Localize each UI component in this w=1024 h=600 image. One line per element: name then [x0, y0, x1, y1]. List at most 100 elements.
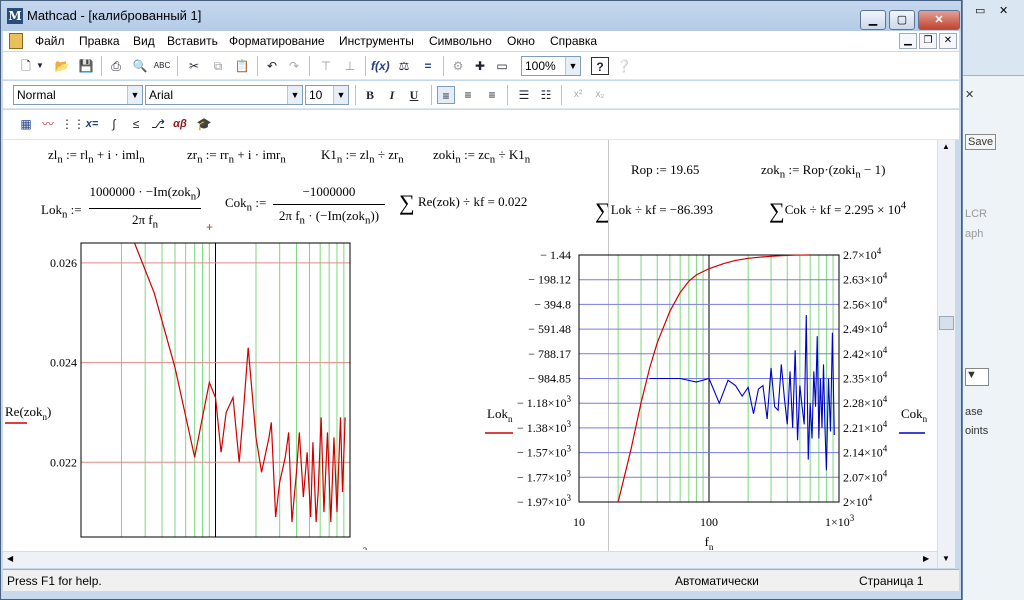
y-right-tick-label: 2.63×104 — [843, 271, 888, 287]
chevron-down-icon: ▼ — [287, 86, 302, 104]
boolean-icon[interactable]: ≤ — [127, 115, 145, 133]
save-button[interactable]: Save — [965, 134, 997, 150]
menu-edit[interactable]: Правка — [79, 34, 120, 48]
plot-re-zok[interactable]: 0.0260.0240.022101001×103fnRe(zokn) — [3, 240, 423, 550]
cut-icon[interactable]: ✂ — [185, 57, 203, 75]
document-icon[interactable] — [9, 33, 23, 49]
align-icon[interactable]: ⊤ — [317, 57, 335, 75]
sum-re-value: = 0.022 — [487, 193, 528, 209]
component-icon[interactable]: ⚙ — [449, 57, 467, 75]
y-right-axis-label: Cokn — [901, 406, 928, 424]
new-icon[interactable]: 🗋 — [17, 57, 35, 75]
formula-zl[interactable]: zln := rln + i · imln — [48, 147, 145, 166]
points-label: oints — [965, 425, 989, 437]
y-axis-label: Re(zokn) — [5, 404, 51, 422]
align-down-icon[interactable]: ⊥ — [341, 57, 359, 75]
doc-restore-button[interactable]: ❐ — [919, 33, 937, 49]
redo-icon[interactable]: ↷ — [285, 57, 303, 75]
evaluation-icon[interactable]: x= — [83, 115, 101, 133]
whats-this-icon[interactable]: ❔ — [615, 57, 633, 75]
formula-lok[interactable]: Lokn := — [41, 202, 82, 221]
close-icon[interactable]: ✕ — [999, 4, 1008, 17]
vertical-scrollbar[interactable]: ▲ ▼ — [937, 140, 955, 568]
spellcheck-icon[interactable]: ABC — [153, 57, 171, 75]
close-icon[interactable]: ✕ — [965, 88, 974, 101]
scroll-thumb[interactable] — [939, 316, 954, 330]
programming-icon[interactable]: ⎇ — [149, 115, 167, 133]
symbolic-icon[interactable]: 🎓 — [195, 115, 213, 133]
calculator-icon[interactable]: ▦ — [17, 115, 35, 133]
new-dropdown-icon[interactable]: ▼ — [35, 57, 45, 75]
doc-minimize-button[interactable]: ▁ — [899, 33, 917, 49]
minimize-button[interactable]: ▁ — [860, 10, 886, 30]
formula-zoki[interactable]: zokin := zcn ÷ K1n — [433, 147, 530, 166]
y-left-tick-label: − 591.48 — [528, 322, 571, 336]
sum-cok[interactable]: ∑Cok ÷ kf = 2.295 × 104 — [769, 198, 906, 224]
menu-symbolics[interactable]: Символьно — [429, 34, 492, 48]
greek-icon[interactable]: αβ — [171, 115, 189, 133]
window-icon[interactable]: ▭ — [493, 57, 511, 75]
menu-view[interactable]: Вид — [133, 34, 155, 48]
bullets-icon[interactable]: ☰ — [515, 86, 533, 104]
formula-zok[interactable]: zokn := Rop·(zokin − 1) — [761, 162, 885, 181]
calculate-icon[interactable]: = — [419, 57, 437, 75]
menu-help[interactable]: Справка — [550, 34, 597, 48]
undo-icon[interactable]: ↶ — [263, 57, 281, 75]
formula-rop[interactable]: Rop := 19.65 — [631, 162, 699, 178]
matrix-icon[interactable]: ⋮⋮ — [61, 115, 85, 133]
plot-lok-cok[interactable]: − 1.44 2.7×104 − 198.12 2.63×104 − 394.8 2.56… — [473, 240, 933, 550]
minimize-icon[interactable]: ▭ — [975, 4, 985, 17]
bold-button[interactable]: B — [361, 86, 379, 104]
menu-insert[interactable]: Вставить — [167, 34, 218, 48]
menu-tools[interactable]: Инструменты — [339, 34, 414, 48]
subscript-icon[interactable]: x₂ — [591, 86, 609, 104]
horizontal-scrollbar[interactable]: ◀ ▶ — [3, 551, 937, 568]
insert-unit-icon[interactable]: ⚖ — [395, 57, 413, 75]
paste-icon[interactable]: 📋 — [233, 57, 251, 75]
save-icon[interactable]: 💾 — [77, 57, 95, 75]
underline-button[interactable]: U — [405, 86, 423, 104]
insert-function-icon[interactable]: f(x) — [371, 57, 390, 75]
maximize-button[interactable]: ▢ — [889, 10, 915, 30]
menu-file[interactable]: Файл — [35, 34, 65, 48]
y-left-tick-label: − 1.97×103 — [517, 493, 572, 509]
close-button[interactable]: ✕ — [918, 10, 960, 30]
superscript-icon[interactable]: x² — [569, 86, 587, 104]
font-size-select[interactable]: 10 ▼ — [305, 85, 349, 105]
resource-icon[interactable]: ✚ — [471, 57, 489, 75]
dropdown[interactable]: ▼ — [965, 368, 989, 386]
scroll-down-icon[interactable]: ▼ — [942, 554, 950, 563]
style-select[interactable]: Normal ▼ — [13, 85, 143, 105]
copy-icon[interactable]: ⧉ — [209, 57, 227, 75]
worksheet[interactable]: zln := rln + i · imln zrn := rrn + i · i… — [3, 140, 937, 568]
zoom-select[interactable]: 100% ▼ — [521, 56, 581, 76]
formula-k1[interactable]: K1n := zln ÷ zrn — [321, 147, 404, 166]
print-preview-icon[interactable]: 🔍 — [131, 57, 149, 75]
menu-window[interactable]: Окно — [507, 34, 535, 48]
open-icon[interactable]: 📂 — [53, 57, 71, 75]
background-panel: ✕ Save LCR aph ▼ ase oints — [963, 75, 1024, 600]
graph-icon[interactable]: 〰 — [39, 115, 57, 133]
scroll-up-icon[interactable]: ▲ — [942, 142, 950, 151]
formula-zr[interactable]: zrn := rrn + i · imrn — [187, 147, 286, 166]
align-left-icon[interactable]: ≡ — [437, 86, 455, 104]
align-right-icon[interactable]: ≡ — [483, 86, 501, 104]
x-tick-label: 100 — [207, 548, 225, 550]
font-select[interactable]: Arial ▼ — [145, 85, 303, 105]
sum-re-zok[interactable]: ∑ Re(zok) ÷ kf = 0.022 — [399, 190, 527, 216]
zoom-value: 100% — [525, 59, 556, 73]
formula-cok[interactable]: Cokn := — [225, 195, 266, 214]
doc-close-button[interactable]: ✕ — [939, 33, 957, 49]
print-icon[interactable]: ⎙ — [107, 57, 125, 75]
calculus-icon[interactable]: ∫ — [105, 115, 123, 133]
scroll-right-icon[interactable]: ▶ — [923, 554, 929, 563]
align-center-icon[interactable]: ≡ — [459, 86, 477, 104]
series-re-zok-line — [133, 242, 346, 523]
italic-button[interactable]: I — [383, 86, 401, 104]
scroll-left-icon[interactable]: ◀ — [7, 554, 13, 563]
title-bar: M Mathcad - [калиброванный 1] ▁ ▢ ✕ — [1, 1, 961, 31]
sum-lok[interactable]: ∑Lok ÷ kf = −86.393 — [595, 198, 713, 224]
menu-format[interactable]: Форматирование — [229, 34, 325, 48]
help-icon[interactable]: ? — [591, 57, 609, 75]
numbering-icon[interactable]: ☷ — [537, 86, 555, 104]
